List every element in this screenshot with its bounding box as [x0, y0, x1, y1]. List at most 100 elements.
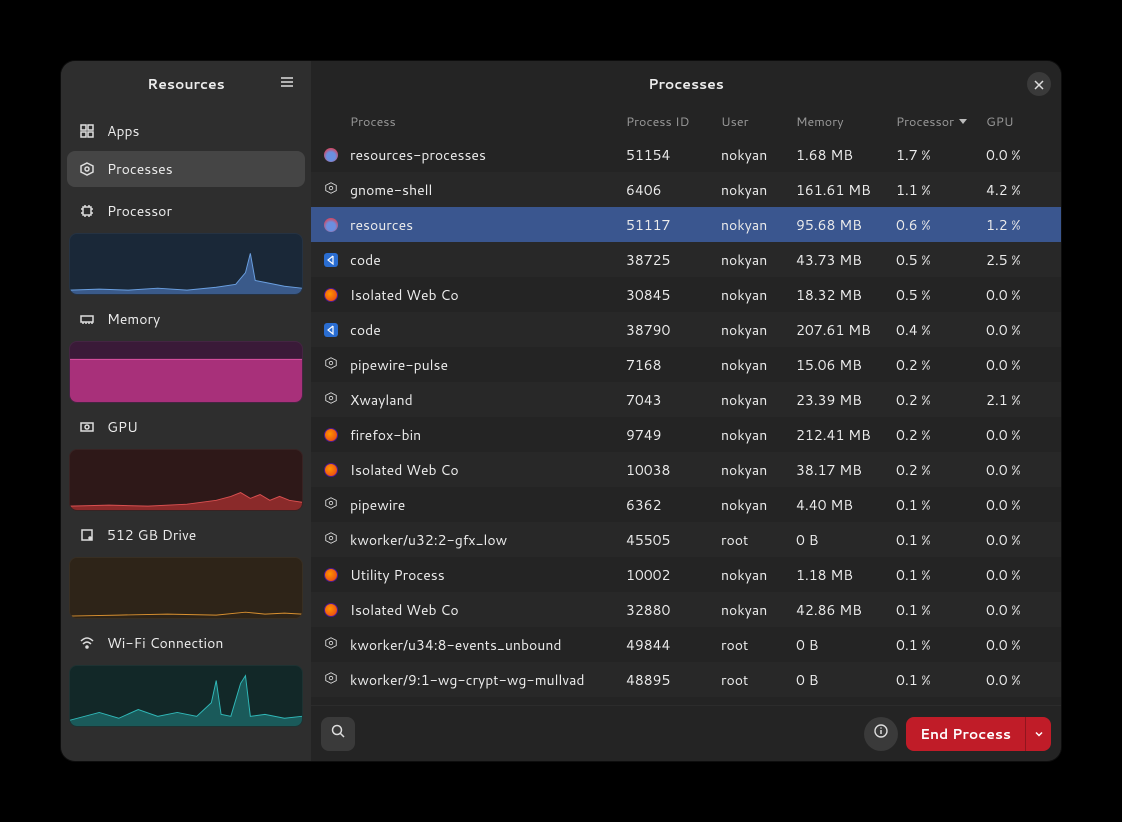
memory-chart	[69, 341, 303, 403]
process-gpu: 2.5 %	[986, 250, 1056, 270]
process-name: gnome-shell	[350, 180, 626, 200]
table-row[interactable]: pipewire6362nokyan4.40 MB0.1 %0.0 %	[311, 487, 1061, 522]
process-pid: 51117	[626, 215, 721, 235]
process-memory: 212.41 MB	[796, 425, 896, 445]
process-icon	[79, 161, 95, 177]
end-process-button[interactable]: End Process	[906, 717, 1025, 751]
process-memory: 1.68 MB	[796, 145, 896, 165]
process-user: nokyan	[721, 565, 796, 585]
table-row[interactable]: Isolated Web Co10038nokyan38.17 MB0.2 %0…	[311, 452, 1061, 487]
process-name: pipewire	[350, 495, 626, 515]
firefox-icon	[324, 428, 338, 442]
process-name: Xwayland	[350, 390, 626, 410]
table-row[interactable]: Isolated Web Co32880nokyan42.86 MB0.1 %0…	[311, 592, 1061, 627]
table-row[interactable]: firefox-bin9749nokyan212.41 MB0.2 %0.0 %	[311, 417, 1061, 452]
gauge-icon	[324, 148, 338, 162]
process-name: resources-processes	[350, 145, 626, 165]
process-pid: 38725	[626, 250, 721, 270]
gpu-icon	[79, 419, 95, 435]
process-memory: 1.18 MB	[796, 565, 896, 585]
process-gpu: 0.0 %	[986, 145, 1056, 165]
column-user[interactable]: User	[721, 113, 796, 131]
process-memory: 38.17 MB	[796, 460, 896, 480]
table-row[interactable]: Isolated Web Co30845nokyan18.32 MB0.5 %0…	[311, 277, 1061, 312]
hamburger-icon	[279, 73, 295, 96]
process-cpu: 0.2 %	[896, 390, 986, 410]
sidebar-label: Apps	[107, 121, 140, 141]
table-row[interactable]: code38790nokyan207.61 MB0.4 %0.0 %	[311, 312, 1061, 347]
close-button[interactable]	[1027, 72, 1051, 96]
table-row[interactable]: kworker/u32:2-gfx_low45505root0 B0.1 %0.…	[311, 522, 1061, 557]
process-user: nokyan	[721, 285, 796, 305]
table-row[interactable]: resources51117nokyan95.68 MB0.6 %1.2 %	[311, 207, 1061, 242]
process-user: root	[721, 530, 796, 550]
process-user: nokyan	[721, 320, 796, 340]
process-user: nokyan	[721, 215, 796, 235]
search-icon	[330, 722, 346, 745]
process-pid: 10038	[626, 460, 721, 480]
process-gpu: 0.0 %	[986, 670, 1056, 690]
process-name: kworker/u32:2-gfx_low	[350, 530, 626, 550]
table-row[interactable]: gnome-shell6406nokyan161.61 MB1.1 %4.2 %	[311, 172, 1061, 207]
metric-label: GPU	[107, 417, 138, 437]
process-name: Isolated Web Co	[350, 285, 626, 305]
column-gpu[interactable]: GPU	[986, 113, 1056, 131]
main-title: Processes	[648, 74, 724, 94]
column-process[interactable]: Process	[350, 113, 626, 131]
process-memory: 18.32 MB	[796, 285, 896, 305]
gear-icon	[324, 390, 338, 410]
process-pid: 49844	[626, 635, 721, 655]
process-memory: 161.61 MB	[796, 180, 896, 200]
info-button[interactable]	[864, 717, 898, 751]
sidebar-item-memory[interactable]: Memory	[67, 301, 305, 403]
process-cpu: 0.1 %	[896, 600, 986, 620]
table-row[interactable]: code38725nokyan43.73 MB0.5 %2.5 %	[311, 242, 1061, 277]
menu-button[interactable]	[273, 70, 301, 98]
column-pid[interactable]: Process ID	[626, 113, 721, 131]
process-memory: 23.39 MB	[796, 390, 896, 410]
process-user: nokyan	[721, 390, 796, 410]
process-user: nokyan	[721, 425, 796, 445]
process-cpu: 0.2 %	[896, 425, 986, 445]
sidebar-item-wifi[interactable]: Wi-Fi Connection	[67, 625, 305, 727]
drive-icon	[79, 527, 95, 543]
table-row[interactable]: Utility Process10002nokyan1.18 MB0.1 %0.…	[311, 557, 1061, 592]
process-gpu: 0.0 %	[986, 565, 1056, 585]
column-memory[interactable]: Memory	[796, 113, 896, 131]
process-pid: 32880	[626, 600, 721, 620]
process-user: nokyan	[721, 355, 796, 375]
close-icon	[1034, 73, 1044, 96]
sidebar-item-apps[interactable]: Apps	[67, 113, 305, 149]
process-name: firefox-bin	[350, 425, 626, 445]
process-memory: 15.06 MB	[796, 355, 896, 375]
search-button[interactable]	[321, 717, 355, 751]
sidebar-item-processor[interactable]: Processor	[67, 193, 305, 295]
column-processor[interactable]: Processor	[896, 113, 986, 131]
process-pid: 6406	[626, 180, 721, 200]
process-user: nokyan	[721, 460, 796, 480]
process-user: root	[721, 635, 796, 655]
process-cpu: 1.7 %	[896, 145, 986, 165]
vscode-icon	[324, 323, 338, 337]
end-process-dropdown[interactable]	[1025, 717, 1051, 751]
process-memory: 0 B	[796, 530, 896, 550]
table-row[interactable]: kworker/9:1-wg-crypt-wg-mullvad48895root…	[311, 662, 1061, 697]
process-name: Utility Process	[350, 565, 626, 585]
firefox-icon	[324, 463, 338, 477]
table-row[interactable]: kworker/u34:8-events_unbound49844root0 B…	[311, 627, 1061, 662]
main-header: Processes	[311, 61, 1061, 107]
table-row[interactable]: resources-processes51154nokyan1.68 MB1.7…	[311, 137, 1061, 172]
sidebar-item-gpu[interactable]: GPU	[67, 409, 305, 511]
table-row[interactable]: pipewire-pulse7168nokyan15.06 MB0.2 %0.0…	[311, 347, 1061, 382]
sidebar-item-drive[interactable]: 512 GB Drive	[67, 517, 305, 619]
sidebar-item-processes[interactable]: Processes	[67, 151, 305, 187]
bottom-bar: End Process	[311, 705, 1061, 761]
process-cpu: 0.1 %	[896, 565, 986, 585]
process-pid: 30845	[626, 285, 721, 305]
gauge-icon	[324, 218, 338, 232]
process-user: nokyan	[721, 495, 796, 515]
metric-label: Memory	[107, 309, 160, 329]
process-cpu: 0.5 %	[896, 250, 986, 270]
process-name: code	[350, 250, 626, 270]
table-row[interactable]: Xwayland7043nokyan23.39 MB0.2 %2.1 %	[311, 382, 1061, 417]
